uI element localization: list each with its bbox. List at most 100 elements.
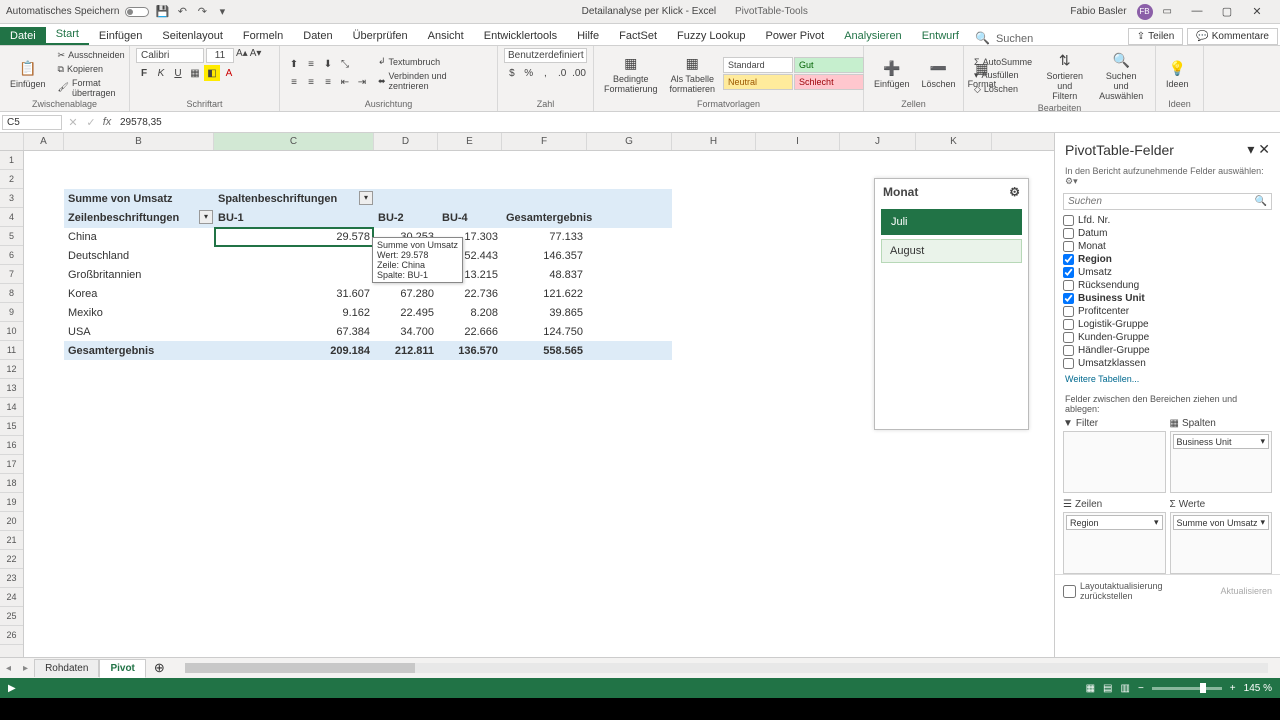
align-bot-icon[interactable]: ⬇ <box>320 57 336 73</box>
zoom-in-icon[interactable]: + <box>1230 683 1236 694</box>
field-7[interactable]: Profitcenter <box>1063 305 1272 318</box>
italic-icon[interactable]: K <box>153 65 169 81</box>
tab-powerpivot[interactable]: Power Pivot <box>756 27 835 45</box>
pt-val-3-3[interactable]: 121.622 <box>502 284 587 303</box>
align-top-icon[interactable]: ⬆ <box>286 57 302 73</box>
row-16[interactable]: 16 <box>0 436 23 455</box>
find-button[interactable]: 🔍Suchen und Auswählen <box>1093 48 1149 103</box>
sheet-rohdaten[interactable]: Rohdaten <box>34 659 99 677</box>
view-page-icon[interactable]: ▤ <box>1103 683 1112 694</box>
dec-font-icon[interactable]: A▾ <box>250 48 262 63</box>
col-C[interactable]: C <box>214 133 374 150</box>
pt-row-0[interactable]: China <box>64 227 214 246</box>
pt-total-hdr[interactable]: Gesamtergebnis <box>502 208 587 227</box>
row-25[interactable]: 25 <box>0 607 23 626</box>
insert-cells[interactable]: ➕Einfügen <box>870 56 914 91</box>
name-box[interactable]: C5 <box>2 115 62 130</box>
pt-val-5-0[interactable]: 67.384 <box>214 322 374 341</box>
save-icon[interactable]: 💾 <box>155 5 169 19</box>
pt-row-1[interactable]: Deutschland <box>64 246 214 265</box>
row-7[interactable]: 7 <box>0 265 23 284</box>
zoom-out-icon[interactable]: − <box>1138 683 1144 694</box>
field-10[interactable]: Händler-Gruppe <box>1063 344 1272 357</box>
clear-button[interactable]: ◇ Löschen <box>970 83 1036 96</box>
tab-view[interactable]: Ansicht <box>418 27 474 45</box>
dec-dec-icon[interactable]: .00 <box>571 65 587 81</box>
row-20[interactable]: 20 <box>0 512 23 531</box>
size-select[interactable]: 11 <box>206 48 234 63</box>
indent-inc-icon[interactable]: ⇥ <box>354 75 370 91</box>
tab-dev[interactable]: Entwicklertools <box>474 27 567 45</box>
pt-val-4-3[interactable]: 39.865 <box>502 303 587 322</box>
ideas-button[interactable]: 💡Ideen <box>1162 56 1193 91</box>
defer-checkbox[interactable] <box>1063 585 1076 598</box>
tab-review[interactable]: Überprüfen <box>343 27 418 45</box>
zoom-slider[interactable] <box>1152 687 1222 690</box>
font-color-icon[interactable]: A <box>221 65 237 81</box>
tab-start[interactable]: Start <box>46 25 89 45</box>
field-cb-8[interactable] <box>1063 319 1074 330</box>
slicer-item-juli[interactable]: Juli <box>881 209 1022 235</box>
row-6[interactable]: 6 <box>0 246 23 265</box>
cancel-icon[interactable]: ✕ <box>64 116 82 129</box>
add-sheet-icon[interactable]: ⊕ <box>146 660 173 676</box>
selected-value[interactable]: 29.578 <box>214 227 374 246</box>
row-17[interactable]: 17 <box>0 455 23 474</box>
row-10[interactable]: 10 <box>0 322 23 341</box>
align-right-icon[interactable]: ≡ <box>320 75 336 91</box>
pt-sum-label[interactable]: Summe von Umsatz <box>64 189 214 208</box>
pt-row-4[interactable]: Mexiko <box>64 303 214 322</box>
pt-val-3-0[interactable]: 31.607 <box>214 284 374 303</box>
row-1[interactable]: 1 <box>0 151 23 170</box>
pt-bu1[interactable]: BU-1 <box>214 208 374 227</box>
row-15[interactable]: 15 <box>0 417 23 436</box>
row-filter-button[interactable]: ▾ <box>199 210 213 224</box>
area-cols[interactable]: Business Unit▾ <box>1170 431 1273 493</box>
field-6[interactable]: Business Unit <box>1063 292 1272 305</box>
field-1[interactable]: Datum <box>1063 227 1272 240</box>
indent-dec-icon[interactable]: ⇤ <box>337 75 353 91</box>
cond-format-button[interactable]: ▦Bedingte Formatierung <box>600 51 662 96</box>
chip-bu[interactable]: Business Unit▾ <box>1173 434 1270 449</box>
fx-icon[interactable]: fx <box>100 116 114 128</box>
redo-icon[interactable]: ↷ <box>195 5 209 19</box>
field-cb-0[interactable] <box>1063 215 1074 226</box>
dec-inc-icon[interactable]: .0 <box>554 65 570 81</box>
ribbon-opts-icon[interactable]: ▭ <box>1163 6 1172 17</box>
sort-button[interactable]: ⇅Sortieren und Filtern <box>1040 48 1089 103</box>
row-19[interactable]: 19 <box>0 493 23 512</box>
pt-row-5[interactable]: USA <box>64 322 214 341</box>
copy-button[interactable]: ⧉ Kopieren <box>54 63 129 76</box>
more-tables[interactable]: Weitere Tabellen... <box>1055 370 1280 388</box>
col-E[interactable]: E <box>438 133 502 150</box>
gear-icon[interactable]: ⚙▾ <box>1065 176 1078 186</box>
col-I[interactable]: I <box>756 133 840 150</box>
row-18[interactable]: 18 <box>0 474 23 493</box>
paste-button[interactable]: 📋Einfügen <box>6 56 50 91</box>
pt-gt-3[interactable]: 558.565 <box>502 341 587 360</box>
pane-close-icon[interactable]: ✕ <box>1258 141 1270 157</box>
tab-file[interactable]: Datei <box>0 27 46 45</box>
col-D[interactable]: D <box>374 133 438 150</box>
field-9[interactable]: Kunden-Gruppe <box>1063 331 1272 344</box>
area-filter[interactable] <box>1063 431 1166 493</box>
row-26[interactable]: 26 <box>0 626 23 645</box>
pt-val-2-3[interactable]: 48.837 <box>502 265 587 284</box>
row-22[interactable]: 22 <box>0 550 23 569</box>
tab-layout[interactable]: Seitenlayout <box>152 27 233 45</box>
pt-col-label[interactable]: Spaltenbeschriftungen <box>214 189 374 208</box>
currency-icon[interactable]: $ <box>504 65 520 81</box>
pt-row-label[interactable]: Zeilenbeschriftungen <box>64 208 214 227</box>
comments-button[interactable]: 💬Kommentare <box>1187 28 1278 45</box>
update-button[interactable]: Aktualisieren <box>1220 586 1272 596</box>
slicer-item-august[interactable]: August <box>881 239 1022 263</box>
merge-button[interactable]: ⬌ Verbinden und zentrieren <box>374 70 491 92</box>
inc-font-icon[interactable]: A▴ <box>236 48 248 63</box>
wrap-button[interactable]: ↲ Textumbruch <box>374 55 491 68</box>
field-3[interactable]: Region <box>1063 253 1272 266</box>
field-list[interactable]: Lfd. Nr.DatumMonatRegionUmsatzRücksendun… <box>1055 212 1280 370</box>
macro-icon[interactable]: ▶ <box>8 683 16 694</box>
chip-umsatz[interactable]: Summe von Umsatz▾ <box>1173 515 1270 530</box>
pt-val-4-2[interactable]: 8.208 <box>438 303 502 322</box>
col-G[interactable]: G <box>587 133 672 150</box>
